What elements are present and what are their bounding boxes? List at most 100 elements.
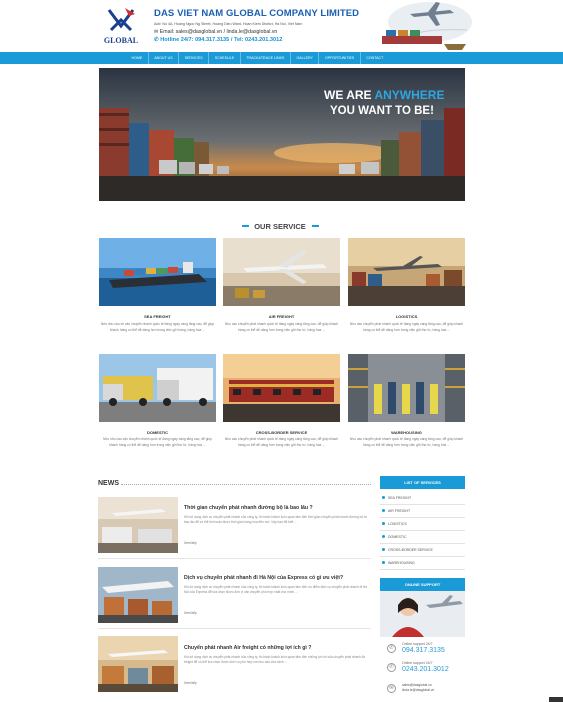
service-name-cross-border[interactable]: CROSS-BORDER SERVICE (223, 430, 340, 435)
sidebar-item-cross-border[interactable]: CROSS-BORDER SERVICE (380, 544, 465, 557)
news-photo-trucks-plane (98, 497, 178, 553)
news-image-1[interactable] (98, 497, 178, 553)
warehouse-staff-photo (348, 354, 465, 422)
port-logistics-photo (348, 238, 465, 306)
hero-banner[interactable]: WE ARE ANYWHERE YOU WANT TO BE! (99, 68, 465, 201)
nav-gallery[interactable]: GALLERY (289, 52, 319, 64)
news-image-2[interactable] (98, 567, 178, 623)
banner-headline: WE ARE ANYWHERE (324, 88, 444, 102)
service-name-warehousing[interactable]: WAREHOUSING (348, 430, 465, 435)
phone-icon: ✆ (387, 663, 396, 672)
bullet-icon (382, 509, 385, 512)
service-image-cross-border[interactable] (223, 354, 340, 422)
bullet-icon (382, 522, 385, 525)
bullet-icon (382, 561, 385, 564)
news-desc-2: Khi sử dụng dịch vụ chuyển phát nhanh củ… (184, 585, 368, 594)
news-section-title: NEWS (98, 480, 119, 487)
banner-headline-highlight: ANYWHERE (374, 88, 445, 102)
service-image-air-freight[interactable] (223, 238, 340, 306)
sidebar-item-sea-freight[interactable]: SEA FREIGHT (380, 492, 465, 505)
sidebar-support-title: ONLINE SUPPORT (380, 578, 465, 591)
sidebar-item-label: SEA FREIGHT (388, 496, 412, 500)
email-text: Email: sales@dasglobal.vn / linda.le@das… (159, 29, 278, 35)
service-image-sea-freight[interactable] (99, 238, 216, 306)
sidebar-item-domestic[interactable]: DOMESTIC (380, 531, 465, 544)
service-image-logistics[interactable] (348, 238, 465, 306)
sidebar-item-label: CROSS-BORDER SERVICE (388, 548, 433, 552)
support-phone-number-1[interactable]: 094.317.3135 (402, 647, 445, 654)
logo-text: GLOBAL (104, 36, 138, 45)
services-section-title: OUR SERVICE (254, 222, 306, 231)
nav-about-us[interactable]: ABOUT US (147, 52, 178, 64)
sidebar-item-label: AIR FREIGHT (388, 509, 411, 513)
mail-icon: ✉ (387, 684, 396, 693)
bullet-icon (382, 535, 385, 538)
support-label-2: Online support 24/7 (402, 661, 433, 665)
service-image-warehousing[interactable] (348, 354, 465, 422)
header-airplane-illustration (382, 2, 472, 50)
news-title-2[interactable]: Dịch vụ chuyển phát nhanh đi Hà Nội của … (184, 575, 343, 581)
nav-home[interactable]: HOME (126, 52, 148, 64)
news-photo-air-freight (98, 636, 178, 692)
nav-schedule[interactable]: SCHEDULE (208, 52, 240, 64)
service-name-logistics[interactable]: LOGISTICS (348, 314, 465, 319)
support-phone-number-2[interactable]: 0243.201.3012 (402, 666, 449, 673)
scroll-to-top-button[interactable] (549, 697, 563, 702)
main-nav: HOME ABOUT US SERVICES SCHEDULE TRACK&TR… (0, 52, 563, 64)
service-name-domestic[interactable]: DOMESTIC (99, 430, 216, 435)
bullet-icon (382, 496, 385, 499)
nav-opportunities[interactable]: OPPORTUNITIES (318, 52, 359, 64)
news-title-3[interactable]: Chuyển phát nhanh Air freight có những l… (184, 645, 311, 651)
cargo-ship-photo (99, 238, 216, 306)
support-agent-photo (380, 591, 465, 637)
news-separator (98, 558, 371, 559)
news-photo-plane-cargo (98, 567, 178, 623)
service-desc-logistics: Nhu cầu chuyển phát nhanh quốc tế đang n… (349, 322, 464, 332)
service-desc-sea-freight: Nếu nhu cầu về vận chuyển nhanh quốc tế … (100, 322, 215, 332)
nav-track-trace[interactable]: TRACK&TRACE LINKS (239, 52, 290, 64)
company-hotline: ✆ Hotline 24/7: 094.317.3135 / Tel: 0243… (154, 37, 283, 43)
section-dash-right (312, 225, 319, 227)
news-readmore-1[interactable]: Xem tiếp (184, 541, 197, 545)
service-name-air-freight[interactable]: AIR FREIGHT (223, 314, 340, 319)
news-desc-3: Khi sử dụng dịch vụ chuyển phát nhanh củ… (184, 655, 366, 664)
trucks-photo (99, 354, 216, 422)
support-label-1: Online support 24/7 (402, 642, 433, 646)
news-title-1[interactable]: Thời gian chuyển phát nhanh đường bộ là … (184, 505, 313, 511)
bullet-icon (382, 548, 385, 551)
freight-train-photo (223, 354, 340, 422)
service-desc-domestic: Nếu nhu cầu vận chuyển nhanh quốc tế đan… (103, 437, 212, 447)
service-desc-cross-border: Nhu cầu chuyển phát nhanh quốc tế đang n… (224, 437, 339, 447)
company-address: Add: No 4A, Hoang Ngoc Ng Street, Hoang … (154, 22, 303, 26)
service-name-sea-freight[interactable]: SEA FREIGHT (99, 314, 216, 319)
service-desc-air-freight: Nhu cầu chuyển phát nhanh quốc tế đang n… (224, 322, 339, 332)
nav-contact[interactable]: CONTACT (359, 52, 389, 64)
sidebar-services-title: LIST OF SERVICES (380, 476, 465, 489)
news-title-rule (121, 484, 371, 485)
news-readmore-3[interactable]: Xem tiếp (184, 681, 197, 685)
company-logo[interactable]: GLOBAL (99, 6, 143, 46)
news-desc-1: Khi sử dụng dịch vụ chuyển phát nhanh củ… (184, 515, 367, 524)
hotline-text: Hotline 24/7: 094.317.3135 / Tel: 0243.2… (160, 37, 283, 43)
sidebar-item-label: LOGISTICS (388, 522, 407, 526)
company-info: DAS VIET NAM GLOBAL COMPANY LIMITED Add:… (154, 8, 359, 43)
nav-services[interactable]: SERVICES (178, 52, 208, 64)
company-email: ✉ Email: sales@dasglobal.vn / linda.le@d… (154, 29, 278, 35)
news-separator (98, 628, 371, 629)
support-email-2[interactable]: linda.le@dasglobal.vn (402, 688, 434, 693)
sidebar-item-warehousing[interactable]: WAREHOUSING (380, 557, 465, 570)
sidebar-item-label: DOMESTIC (388, 535, 407, 539)
sidebar-services-list: SEA FREIGHT AIR FREIGHT LOGISTICS DOMEST… (380, 492, 465, 570)
phone-icon: ✆ (387, 644, 396, 653)
company-name: DAS VIET NAM GLOBAL COMPANY LIMITED (154, 8, 360, 19)
sidebar-item-logistics[interactable]: LOGISTICS (380, 518, 465, 531)
news-image-3[interactable] (98, 636, 178, 692)
cargo-plane-photo (223, 238, 340, 306)
sidebar-item-label: WAREHOUSING (388, 561, 415, 565)
service-image-domestic[interactable] (99, 354, 216, 422)
support-agent-image (380, 591, 465, 637)
news-readmore-2[interactable]: Xem tiếp (184, 611, 197, 615)
site-header: GLOBAL DAS VIET NAM GLOBAL COMPANY LIMIT… (0, 0, 563, 52)
banner-subheadline: YOU WANT TO BE! (330, 105, 434, 117)
sidebar-item-air-freight[interactable]: AIR FREIGHT (380, 505, 465, 518)
